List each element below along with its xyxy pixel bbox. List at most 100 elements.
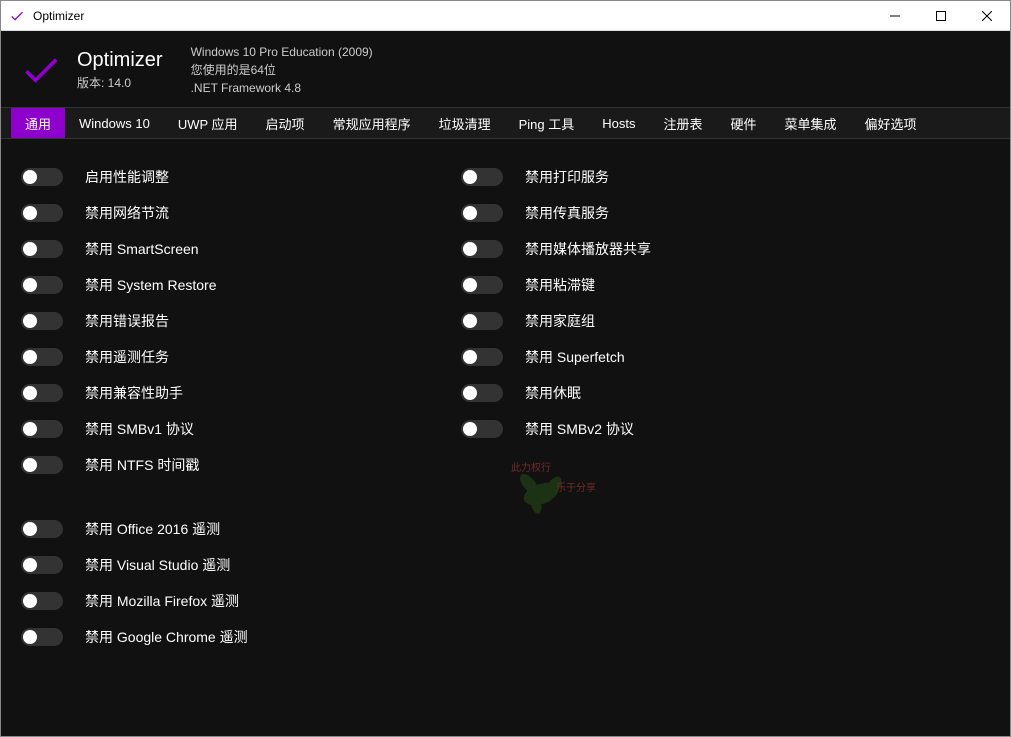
toggle-superfetch[interactable] [461,348,503,366]
toggle-knob [463,350,477,364]
toggle-column-left: 启用性能调整禁用网络节流禁用 SmartScreen禁用 System Rest… [21,159,461,716]
toggle-perf-tweaks[interactable] [21,168,63,186]
toggle-row-office-telemetry: 禁用 Office 2016 遥测 [21,511,461,547]
toggle-label-system-restore: 禁用 System Restore [85,275,216,295]
toggle-knob [23,206,37,220]
toggle-label-firefox-telemetry: 禁用 Mozilla Firefox 遥测 [85,591,239,611]
toggle-knob [23,350,37,364]
toggle-row-vs-telemetry: 禁用 Visual Studio 遥测 [21,547,461,583]
toggle-label-fax-service: 禁用传真服务 [525,203,609,223]
toggle-smartscreen[interactable] [21,240,63,258]
toggle-compat-assist[interactable] [21,384,63,402]
toggle-label-network-throttle: 禁用网络节流 [85,203,169,223]
toggle-homegroup[interactable] [461,312,503,330]
toggle-label-chrome-telemetry: 禁用 Google Chrome 遥测 [85,627,248,647]
toggle-firefox-telemetry[interactable] [21,592,63,610]
tab-startup[interactable]: 启动项 [252,108,319,138]
header-title-block: Optimizer 版本: 14.0 [77,49,163,91]
toggle-telemetry-tasks[interactable] [21,348,63,366]
toggle-knob [463,278,477,292]
toggle-knob [23,422,37,436]
tab-uwp[interactable]: UWP 应用 [164,108,252,138]
toggle-smbv1[interactable] [21,420,63,438]
toggle-row-chrome-telemetry: 禁用 Google Chrome 遥测 [21,619,461,655]
toggle-label-vs-telemetry: 禁用 Visual Studio 遥测 [85,555,230,575]
app-icon [7,6,27,26]
tab-menuint[interactable]: 菜单集成 [771,108,851,138]
toggle-vs-telemetry[interactable] [21,556,63,574]
toggle-knob [463,386,477,400]
titlebar: Optimizer [1,1,1010,31]
toggle-label-sticky-keys: 禁用粘滞键 [525,275,595,295]
app-header: Optimizer 版本: 14.0 Windows 10 Pro Educat… [1,31,1010,107]
toggle-row-sticky-keys: 禁用粘滞键 [461,267,901,303]
tab-win10[interactable]: Windows 10 [65,108,164,138]
tab-prefs[interactable]: 偏好选项 [851,108,931,138]
minimize-button[interactable] [872,1,918,30]
toggle-label-media-sharing: 禁用媒体播放器共享 [525,239,651,259]
toggle-knob [23,386,37,400]
app-version: 版本: 14.0 [77,74,163,91]
toggle-label-smbv1: 禁用 SMBv1 协议 [85,419,194,439]
toggle-label-smbv2: 禁用 SMBv2 协议 [525,419,634,439]
toggle-row-network-throttle: 禁用网络节流 [21,195,461,231]
toggle-row-print-service: 禁用打印服务 [461,159,901,195]
toggle-hibernate[interactable] [461,384,503,402]
toggle-label-ntfs-timestamp: 禁用 NTFS 时间戳 [85,455,199,475]
toggle-ntfs-timestamp[interactable] [21,456,63,474]
toggle-label-hibernate: 禁用休眠 [525,383,581,403]
toggle-smbv2[interactable] [461,420,503,438]
toggle-chrome-telemetry[interactable] [21,628,63,646]
toggle-knob [23,278,37,292]
spacer [21,483,461,511]
toggle-office-telemetry[interactable] [21,520,63,538]
toggle-print-service[interactable] [461,168,503,186]
toggle-row-compat-assist: 禁用兼容性助手 [21,375,461,411]
window-controls [872,1,1010,30]
tab-hardware[interactable]: 硬件 [716,108,770,138]
toggle-network-throttle[interactable] [21,204,63,222]
tab-common[interactable]: 常规应用程序 [319,108,425,138]
toggle-row-ntfs-timestamp: 禁用 NTFS 时间戳 [21,447,461,483]
toggle-knob [23,314,37,328]
titlebar-title: Optimizer [33,9,872,23]
tab-general[interactable]: 通用 [11,108,65,138]
toggle-knob [23,630,37,644]
tab-hosts[interactable]: Hosts [588,108,649,138]
toggle-fax-service[interactable] [461,204,503,222]
toggle-label-superfetch: 禁用 Superfetch [525,347,625,367]
tab-ping[interactable]: Ping 工具 [505,108,589,138]
toggle-row-media-sharing: 禁用媒体播放器共享 [461,231,901,267]
app-title: Optimizer [77,49,163,72]
toggle-label-compat-assist: 禁用兼容性助手 [85,383,183,403]
toggle-knob [23,170,37,184]
toggle-knob [23,594,37,608]
toggle-label-error-report: 禁用错误报告 [85,311,169,331]
toggle-row-homegroup: 禁用家庭组 [461,303,901,339]
os-info: Windows 10 Pro Education (2009) [191,43,373,61]
toggle-error-report[interactable] [21,312,63,330]
close-button[interactable] [964,1,1010,30]
tab-registry[interactable]: 注册表 [649,108,716,138]
maximize-button[interactable] [918,1,964,30]
toggle-row-hibernate: 禁用休眠 [461,375,901,411]
toggle-row-system-restore: 禁用 System Restore [21,267,461,303]
toggle-knob [463,242,477,256]
toggle-row-firefox-telemetry: 禁用 Mozilla Firefox 遥测 [21,583,461,619]
tab-bar: 通用Windows 10UWP 应用启动项常规应用程序垃圾清理Ping 工具Ho… [1,107,1010,139]
toggle-label-office-telemetry: 禁用 Office 2016 遥测 [85,519,220,539]
toggle-knob [463,422,477,436]
toggle-system-restore[interactable] [21,276,63,294]
arch-info: 您使用的是64位 [191,61,373,79]
content-area: 启用性能调整禁用网络节流禁用 SmartScreen禁用 System Rest… [1,139,1010,736]
toggle-knob [463,314,477,328]
tab-cleanup[interactable]: 垃圾清理 [425,108,505,138]
toggle-row-fax-service: 禁用传真服务 [461,195,901,231]
toggle-knob [23,522,37,536]
toggle-label-homegroup: 禁用家庭组 [525,311,595,331]
toggle-row-superfetch: 禁用 Superfetch [461,339,901,375]
toggle-label-print-service: 禁用打印服务 [525,167,609,187]
toggle-label-telemetry-tasks: 禁用遥测任务 [85,347,169,367]
toggle-sticky-keys[interactable] [461,276,503,294]
toggle-media-sharing[interactable] [461,240,503,258]
